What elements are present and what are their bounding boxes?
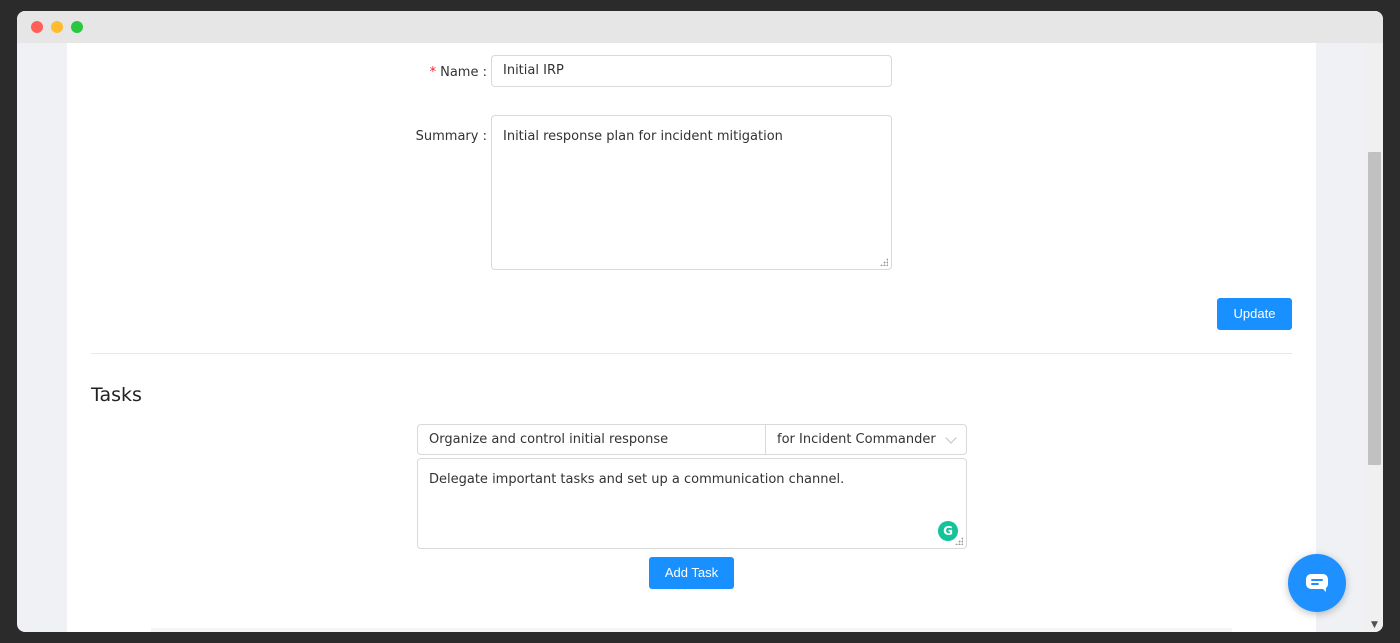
browser-window: * Name : Initial IRP Summary : Initial re…	[17, 11, 1383, 632]
scroll-down-arrow-icon[interactable]: ▼	[1370, 621, 1379, 630]
tasks-heading: Tasks	[91, 384, 142, 406]
summary-label-text: Summary	[415, 129, 479, 144]
title-bar	[17, 11, 1383, 43]
task-list-top-edge	[151, 628, 1232, 632]
name-label-suffix: :	[482, 65, 487, 80]
page-content: * Name : Initial IRP Summary : Initial re…	[67, 43, 1316, 632]
resize-handle-icon[interactable]	[955, 537, 963, 545]
section-divider	[91, 353, 1292, 354]
chevron-down-icon	[945, 432, 957, 444]
task-name-input[interactable]: Organize and control initial response	[417, 424, 766, 455]
scrollbar-thumb[interactable]	[1368, 152, 1381, 465]
summary-text: Initial response plan for incident mitig…	[503, 129, 783, 144]
update-button[interactable]: Update	[1217, 298, 1292, 330]
role-select[interactable]: for Incident Commander	[765, 424, 967, 455]
grammarly-icon[interactable]: G	[938, 521, 958, 541]
name-label-text: Name	[440, 65, 479, 80]
required-mark: *	[429, 65, 437, 80]
add-task-button[interactable]: Add Task	[649, 557, 734, 589]
summary-textarea[interactable]: Initial response plan for incident mitig…	[491, 115, 892, 270]
task-description-text: Delegate important tasks and set up a co…	[429, 472, 845, 487]
task-description-textarea[interactable]: Delegate important tasks and set up a co…	[417, 458, 967, 549]
chat-icon-tail	[1321, 587, 1326, 592]
close-window-button[interactable]	[31, 21, 43, 33]
name-label: * Name :	[407, 65, 487, 80]
chat-launcher-button[interactable]	[1288, 554, 1346, 612]
role-select-value: for Incident Commander	[777, 432, 936, 447]
summary-label-suffix: :	[482, 129, 487, 144]
minimize-window-button[interactable]	[51, 21, 63, 33]
resize-handle-icon[interactable]	[880, 258, 888, 266]
name-input[interactable]: Initial IRP	[491, 55, 892, 87]
vertical-scrollbar[interactable]: ▼	[1366, 43, 1383, 632]
summary-label: Summary :	[387, 129, 487, 144]
maximize-window-button[interactable]	[71, 21, 83, 33]
